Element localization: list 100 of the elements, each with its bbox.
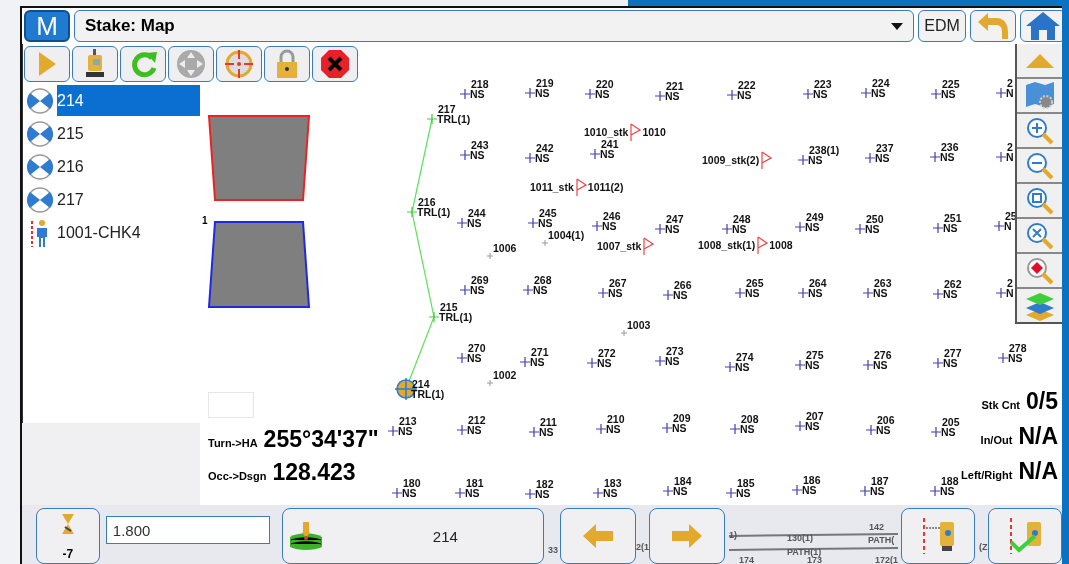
survey-point-icon[interactable] xyxy=(663,290,673,300)
flag-icon[interactable] xyxy=(642,237,655,255)
app-menu-button[interactable]: M xyxy=(24,10,70,42)
survey-point-icon[interactable] xyxy=(593,488,603,498)
survey-point-icon[interactable] xyxy=(860,486,870,496)
measure-store-button[interactable] xyxy=(988,508,1062,564)
next-button[interactable] xyxy=(649,508,725,564)
survey-point-icon[interactable] xyxy=(520,357,530,367)
instrument-button[interactable] xyxy=(72,46,118,82)
survey-point-icon[interactable] xyxy=(457,425,467,435)
survey-point-icon[interactable] xyxy=(996,288,1006,298)
survey-point-icon[interactable] xyxy=(798,288,808,298)
point-list-item[interactable]: 217 xyxy=(23,183,200,216)
survey-point-icon[interactable] xyxy=(457,218,467,228)
home-button[interactable] xyxy=(1020,10,1062,42)
survey-point-icon[interactable] xyxy=(795,222,805,232)
zoom-in-icon xyxy=(1024,115,1055,146)
survey-point-icon[interactable] xyxy=(996,88,1006,98)
layers-button[interactable] xyxy=(1017,289,1062,322)
back-button[interactable] xyxy=(970,10,1016,42)
survey-point-icon[interactable] xyxy=(861,88,871,98)
survey-point-icon[interactable] xyxy=(930,152,940,162)
flag-icon[interactable] xyxy=(760,151,773,169)
survey-point-icon[interactable] xyxy=(933,223,943,233)
survey-point-icon[interactable] xyxy=(803,89,813,99)
survey-point-icon[interactable] xyxy=(663,486,673,496)
survey-point-icon[interactable] xyxy=(525,88,535,98)
zoom-in-button[interactable] xyxy=(1017,114,1062,147)
survey-point-icon[interactable] xyxy=(866,425,876,435)
survey-point-icon[interactable] xyxy=(525,153,535,163)
survey-point-icon[interactable] xyxy=(460,89,470,99)
survey-point-icon[interactable] xyxy=(460,285,470,295)
refresh-button[interactable] xyxy=(120,46,166,82)
previous-button[interactable] xyxy=(560,508,636,564)
survey-point-icon[interactable] xyxy=(933,358,943,368)
survey-point-icon[interactable] xyxy=(592,221,602,231)
survey-point-icon[interactable] xyxy=(585,89,595,99)
zoom-selection-button[interactable] xyxy=(1017,254,1062,287)
play-button[interactable] xyxy=(24,46,70,82)
point-list-item[interactable]: 1001-CHK4 xyxy=(23,216,200,249)
zoom-point-button[interactable] xyxy=(1017,219,1062,252)
survey-point-icon[interactable] xyxy=(455,488,465,498)
survey-point-icon[interactable] xyxy=(798,155,808,165)
up-triangle-icon xyxy=(1024,52,1055,69)
survey-point-icon[interactable] xyxy=(587,358,597,368)
survey-point-icon[interactable] xyxy=(931,89,941,99)
survey-point-icon[interactable] xyxy=(457,353,467,363)
survey-point-icon[interactable] xyxy=(662,423,672,433)
survey-point-icon[interactable] xyxy=(523,285,533,295)
zoom-out-button[interactable] xyxy=(1017,149,1062,182)
survey-point-icon[interactable] xyxy=(460,150,470,160)
survey-point-icon[interactable] xyxy=(525,489,535,499)
direction-button[interactable] xyxy=(168,46,214,82)
survey-point-icon[interactable] xyxy=(998,353,1008,363)
height-input-field[interactable]: 1.800 xyxy=(105,516,270,544)
survey-point-icon[interactable] xyxy=(863,288,873,298)
survey-point-icon[interactable] xyxy=(722,224,732,234)
lock-button[interactable] xyxy=(264,46,310,82)
survey-point-icon[interactable] xyxy=(596,424,606,434)
survey-point-icon[interactable] xyxy=(792,485,802,495)
survey-point-icon[interactable] xyxy=(727,90,737,100)
survey-point-icon[interactable] xyxy=(726,488,736,498)
survey-point-icon[interactable] xyxy=(994,221,1004,231)
survey-point-icon[interactable] xyxy=(655,356,665,366)
survey-point-icon[interactable] xyxy=(655,224,665,234)
survey-point-icon[interactable] xyxy=(392,488,402,498)
map-point-label: 172(1 xyxy=(875,555,899,564)
flag-icon[interactable] xyxy=(574,178,587,196)
measure-button[interactable] xyxy=(901,508,976,564)
survey-point-icon[interactable] xyxy=(931,427,941,437)
flag-icon[interactable] xyxy=(629,123,642,141)
zoom-extents-button[interactable] xyxy=(1017,184,1062,217)
survey-point-icon[interactable] xyxy=(865,153,875,163)
survey-point-icon[interactable] xyxy=(655,91,665,101)
survey-point-icon[interactable] xyxy=(930,486,940,496)
survey-point-icon[interactable] xyxy=(528,218,538,228)
target-height-button[interactable]: -7 xyxy=(36,508,100,564)
flag-icon[interactable] xyxy=(756,236,769,254)
point-list-item[interactable]: 216 xyxy=(23,150,200,183)
survey-point-icon[interactable] xyxy=(855,224,865,234)
map-settings-button[interactable] xyxy=(1017,79,1062,112)
survey-point-icon[interactable] xyxy=(795,421,805,431)
point-list-item[interactable]: 214 xyxy=(23,84,200,117)
target-button[interactable] xyxy=(216,46,262,82)
point-list-item[interactable]: 215 xyxy=(23,117,200,150)
survey-point-icon[interactable] xyxy=(996,152,1006,162)
survey-point-icon[interactable] xyxy=(590,149,600,159)
survey-point-icon[interactable] xyxy=(795,360,805,370)
edm-button[interactable]: EDM xyxy=(918,10,966,42)
stop-button[interactable] xyxy=(312,46,358,82)
survey-point-icon[interactable] xyxy=(529,427,539,437)
point-select-button[interactable]: 214 xyxy=(281,508,545,564)
survey-point-icon[interactable] xyxy=(388,426,398,436)
survey-point-icon[interactable] xyxy=(725,362,735,372)
survey-point-icon[interactable] xyxy=(735,288,745,298)
survey-point-icon[interactable] xyxy=(730,424,740,434)
survey-point-icon[interactable] xyxy=(863,360,873,370)
view-dropdown[interactable]: Stake: Map xyxy=(74,10,914,42)
survey-point-icon[interactable] xyxy=(598,288,608,298)
survey-point-icon[interactable] xyxy=(933,289,943,299)
